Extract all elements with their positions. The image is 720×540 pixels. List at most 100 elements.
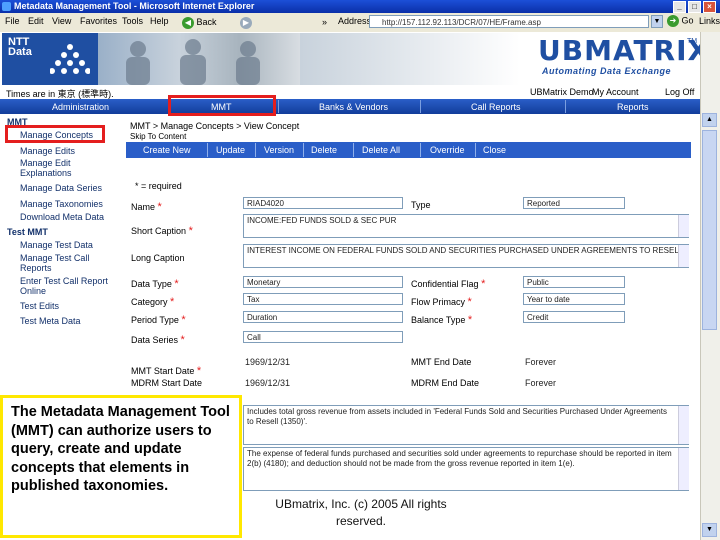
long-caption-field[interactable]: INTEREST INCOME ON FEDERAL FUNDS SOLD AN…	[243, 244, 689, 268]
description-1-scrollbar[interactable]	[678, 406, 689, 444]
name-label: Name *	[131, 201, 162, 213]
sidebar-item-manage-test-data[interactable]: Manage Test Data	[20, 240, 93, 250]
explanation-callout: The Metadata Management Tool (MMT) can a…	[0, 395, 242, 538]
sidebar-item-manage-taxonomies[interactable]: Manage Taxonomies	[20, 199, 103, 209]
short-caption-field[interactable]: INCOME:FED FUNDS SOLD & SEC PUR	[243, 214, 689, 238]
menu-tools[interactable]: Tools	[122, 16, 143, 26]
mdrm-end-date-value: Forever	[525, 378, 557, 388]
data-type-field[interactable]: Monetary	[243, 276, 403, 288]
toolbar-chevron-icon[interactable]: »	[322, 15, 327, 29]
my-account-link[interactable]: My Account	[592, 87, 639, 97]
menu-edit[interactable]: Edit	[28, 16, 44, 26]
create-new-button[interactable]: Create New	[143, 145, 191, 155]
forward-button[interactable]: ▶	[240, 15, 252, 29]
action-bar	[126, 142, 691, 158]
mdrm-start-date-label: MDRM Start Date	[131, 378, 203, 388]
delete-button[interactable]: Delete	[311, 145, 337, 155]
confidential-flag-field[interactable]: Public	[523, 276, 625, 288]
period-type-field[interactable]: Duration	[243, 311, 403, 323]
business-people-photo	[98, 33, 300, 85]
type-field[interactable]: Reported	[523, 197, 625, 209]
menu-view[interactable]: View	[52, 16, 71, 26]
sidebar-item-manage-test-call-reports[interactable]: Manage Test Call Reports	[20, 253, 105, 273]
sidebar-item-enter-test-call-report[interactable]: Enter Test Call Report Online	[20, 276, 125, 296]
long-caption-scrollbar[interactable]	[678, 245, 689, 267]
menu-help[interactable]: Help	[150, 16, 169, 26]
description-field-2[interactable]: The expense of federal funds purchased a…	[243, 447, 689, 491]
go-button[interactable]: ➜ Go	[667, 15, 694, 27]
nav-divider	[565, 100, 566, 113]
override-button[interactable]: Override	[430, 145, 465, 155]
mmt-start-date-value: 1969/12/31	[245, 357, 291, 367]
ntt-data-logo: NTT Data	[2, 33, 98, 85]
address-input[interactable]: http://157.112.92.113/DCR/07/HE/Frame.as…	[369, 15, 649, 28]
category-field[interactable]: Tax	[243, 293, 403, 305]
action-divider	[303, 143, 304, 157]
tab-banks-vendors[interactable]: Banks & Vendors	[319, 102, 388, 112]
minimize-button[interactable]: _	[673, 1, 686, 13]
tab-administration[interactable]: Administration	[52, 102, 109, 112]
ubmatrix-logo: UBMATRIX	[538, 34, 711, 67]
close-button[interactable]: Close	[483, 145, 506, 155]
sidebar-item-manage-data-series[interactable]: Manage Data Series	[20, 183, 102, 193]
description-field-1[interactable]: Includes total gross revenue from assets…	[243, 405, 689, 445]
balance-type-label: Balance Type *	[411, 314, 473, 326]
period-type-label: Period Type *	[131, 314, 186, 326]
nav-divider	[278, 100, 279, 113]
name-field[interactable]: RIAD4020	[243, 197, 403, 209]
skip-to-content-link[interactable]: Skip To Content	[130, 132, 186, 141]
people-silhouette-image	[126, 39, 260, 85]
address-dropdown-icon[interactable]: ▼	[651, 15, 663, 28]
update-button[interactable]: Update	[216, 145, 245, 155]
log-off-link[interactable]: Log Off	[665, 87, 694, 97]
menu-favorites[interactable]: Favorites	[80, 16, 117, 26]
short-caption-label: Short Caption *	[131, 225, 193, 237]
description-2-scrollbar[interactable]	[678, 448, 689, 490]
forward-arrow-icon: ▶	[240, 16, 252, 29]
action-divider	[420, 143, 421, 157]
sidebar-item-test-meta-data[interactable]: Test Meta Data	[20, 316, 81, 326]
back-button[interactable]: ◀ Back	[182, 15, 217, 29]
scroll-thumb[interactable]	[702, 130, 717, 330]
balance-type-field[interactable]: Credit	[523, 311, 625, 323]
delete-all-button[interactable]: Delete All	[362, 145, 400, 155]
data-series-field[interactable]: Call	[243, 331, 403, 343]
long-caption-label: Long Caption	[131, 253, 185, 263]
confidential-flag-label: Confidential Flag *	[411, 278, 486, 290]
mmt-start-date-label: MMT Start Date *	[131, 365, 202, 377]
sidebar-item-test-edits[interactable]: Test Edits	[20, 301, 59, 311]
address-label: Address	[338, 16, 372, 26]
nav-divider	[420, 100, 421, 113]
flow-primacy-label: Flow Primacy *	[411, 296, 472, 308]
tab-call-reports[interactable]: Call Reports	[471, 102, 521, 112]
mmt-end-date-value: Forever	[525, 357, 557, 367]
dots-logo-icon	[50, 44, 90, 74]
mdrm-start-date-value: 1969/12/31	[245, 378, 291, 388]
menu-file[interactable]: File	[5, 16, 20, 26]
version-button[interactable]: Version	[264, 145, 294, 155]
action-divider	[207, 143, 208, 157]
callout-text: The Metadata Management Tool (MMT) can a…	[11, 404, 230, 494]
manage-concepts-highlight-box	[5, 125, 105, 143]
scroll-down-arrow-icon[interactable]: ▼	[702, 523, 717, 537]
maximize-button[interactable]: □	[688, 1, 701, 13]
banner-fade	[300, 33, 520, 85]
window-titlebar: Metadata Management Tool - Microsoft Int…	[0, 0, 720, 13]
sidebar-item-manage-edits[interactable]: Manage Edits	[20, 146, 75, 156]
mmt-tab-highlight-box	[168, 95, 276, 116]
action-divider	[255, 143, 256, 157]
breadcrumb: MMT > Manage Concepts > View Concept	[130, 121, 300, 131]
short-caption-scrollbar[interactable]	[678, 215, 689, 237]
action-divider	[475, 143, 476, 157]
flow-primacy-field[interactable]: Year to date	[523, 293, 625, 305]
mdrm-end-date-label: MDRM End Date	[411, 378, 480, 388]
close-window-button[interactable]: ×	[703, 1, 716, 13]
type-label: Type	[411, 200, 431, 210]
sidebar-item-download-meta-data[interactable]: Download Meta Data	[20, 212, 104, 222]
scroll-up-arrow-icon[interactable]: ▲	[702, 113, 717, 127]
tab-reports[interactable]: Reports	[617, 102, 649, 112]
sidebar-section-test-mmt: Test MMT	[7, 227, 48, 237]
trademark-mark: TM	[687, 38, 698, 45]
links-menu[interactable]: Links	[699, 16, 720, 26]
sidebar-item-manage-edit-explanations[interactable]: Manage Edit Explanations	[20, 158, 110, 178]
